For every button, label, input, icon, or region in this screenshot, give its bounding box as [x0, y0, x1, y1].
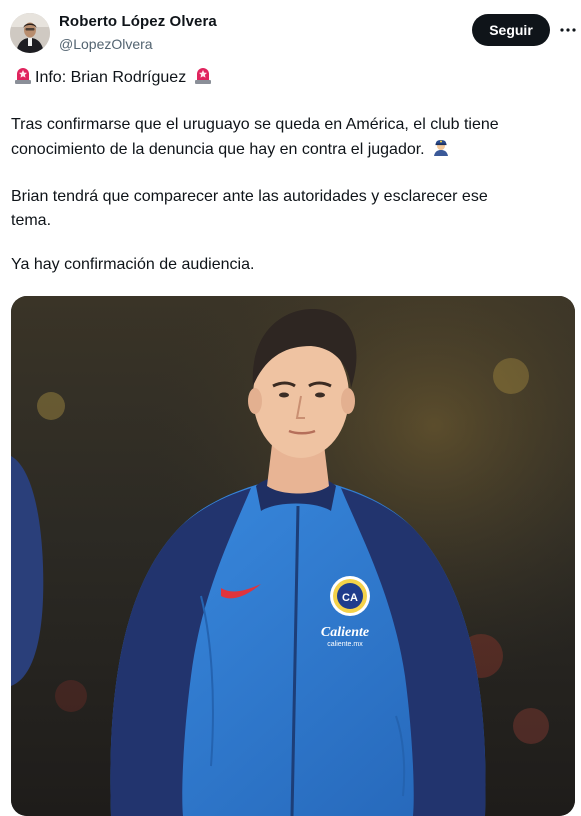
author-handle[interactable]: @LopezOlvera: [59, 36, 153, 52]
avatar[interactable]: [10, 13, 50, 53]
tweet-text: Info: Brian Rodríguez Tras confirmarse q…: [11, 65, 566, 277]
tweet-paragraph-1-line-2: conocimiento de la denuncia que hay en c…: [11, 137, 566, 165]
tweet-paragraph-1-line-1: Tras confirmarse que el uruguayo se qued…: [11, 116, 499, 133]
tweet-header: Roberto López Olvera @LopezOlvera Seguir: [0, 0, 581, 62]
tweet-paragraph-2-line-1: Brian tendrá que comparecer ante las aut…: [11, 188, 488, 205]
tweet-media-photo[interactable]: CA Caliente caliente.mx: [11, 296, 575, 816]
sponsor-subtext: caliente.mx: [327, 641, 363, 648]
avatar-image: [10, 13, 50, 53]
tweet-headline-line: Info: Brian Rodríguez: [11, 65, 566, 93]
police-light-icon: [193, 65, 213, 93]
player-photo: CA Caliente caliente.mx: [11, 296, 575, 816]
follow-button[interactable]: Seguir: [472, 14, 550, 46]
author-display-name[interactable]: Roberto López Olvera: [59, 13, 217, 30]
tweet-paragraph-3: Ya hay confirmación de audiencia.: [11, 256, 255, 273]
tweet-headline: Info: Brian Rodríguez: [35, 69, 187, 86]
sponsor-logo: Caliente: [321, 625, 369, 640]
police-light-icon: [13, 65, 33, 93]
crest-text: CA: [342, 592, 358, 604]
more-options-icon[interactable]: [558, 18, 578, 42]
tweet-paragraph-1-line-2-text: conocimiento de la denuncia que hay en c…: [11, 141, 425, 158]
tweet-paragraph-2-line-2: tema.: [11, 212, 52, 229]
police-officer-icon: [431, 137, 451, 165]
